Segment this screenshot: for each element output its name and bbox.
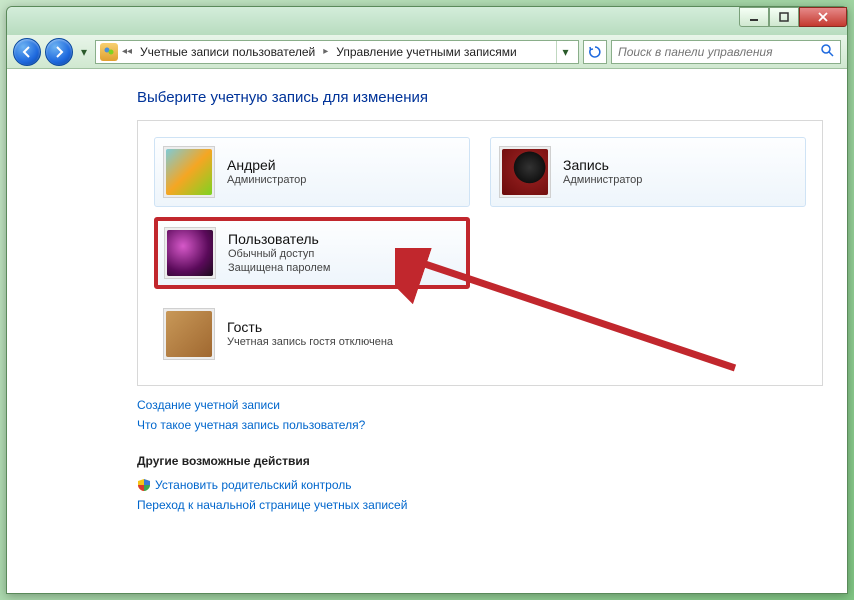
avatar (164, 227, 216, 279)
control-panel-window: ▾ ◂◂ Учетные записи пользователей ▸ Упра… (6, 6, 848, 594)
account-extra: Защищена паролем (228, 261, 330, 275)
account-role: Обычный доступ (228, 247, 330, 261)
account-item-andrey[interactable]: Андрей Администратор (154, 137, 470, 207)
account-name: Запись (563, 157, 642, 173)
back-button[interactable] (13, 38, 41, 66)
account-item-polzovatel[interactable]: Пользователь Обычный доступ Защищена пар… (154, 217, 470, 289)
history-dropdown[interactable]: ▾ (77, 42, 91, 62)
close-button[interactable] (799, 7, 847, 27)
breadcrumb-item-2[interactable]: Управление учетными записями (332, 45, 520, 59)
breadcrumb-dropdown[interactable]: ▾ (556, 41, 574, 63)
account-item-guest[interactable]: Гость Учетная запись гостя отключена (154, 299, 806, 369)
account-role: Администратор (563, 173, 642, 187)
other-actions-group: Установить родительский контроль Переход… (137, 478, 823, 512)
forward-button[interactable] (45, 38, 73, 66)
avatar (499, 146, 551, 198)
account-role: Учетная запись гостя отключена (227, 335, 393, 349)
search-icon (820, 43, 834, 60)
account-role: Администратор (227, 173, 306, 187)
user-accounts-icon (100, 43, 118, 61)
search-box[interactable] (611, 40, 841, 64)
search-input[interactable] (618, 45, 820, 59)
link-label: Установить родительский контроль (155, 478, 352, 492)
titlebar (7, 7, 847, 35)
maximize-button[interactable] (769, 7, 799, 27)
account-name: Гость (227, 319, 393, 335)
page-title: Выберите учетную запись для изменения (137, 89, 823, 106)
links-group: Создание учетной записи Что такое учетна… (137, 398, 823, 432)
content-area: Выберите учетную запись для изменения Ан… (7, 69, 847, 593)
link-accounts-home[interactable]: Переход к начальной странице учетных зап… (137, 498, 823, 512)
refresh-button[interactable] (583, 40, 607, 64)
avatar (163, 146, 215, 198)
account-name: Пользователь (228, 231, 330, 247)
minimize-button[interactable] (739, 7, 769, 27)
chevron-left-icon: ◂◂ (120, 46, 134, 57)
avatar (163, 308, 215, 360)
link-parental-control[interactable]: Установить родительский контроль (137, 478, 823, 492)
breadcrumb-item-1[interactable]: Учетные записи пользователей (136, 45, 319, 59)
account-name: Андрей (227, 157, 306, 173)
link-create-account[interactable]: Создание учетной записи (137, 398, 823, 412)
accounts-list: Андрей Администратор Запись Администрато… (137, 120, 823, 386)
navigation-bar: ▾ ◂◂ Учетные записи пользователей ▸ Упра… (7, 35, 847, 69)
account-item-zapis[interactable]: Запись Администратор (490, 137, 806, 207)
shield-icon (137, 478, 151, 492)
link-what-is-account[interactable]: Что такое учетная запись пользователя? (137, 418, 823, 432)
chevron-right-icon: ▸ (321, 46, 330, 57)
breadcrumb[interactable]: ◂◂ Учетные записи пользователей ▸ Управл… (95, 40, 579, 64)
other-actions-heading: Другие возможные действия (137, 454, 823, 468)
